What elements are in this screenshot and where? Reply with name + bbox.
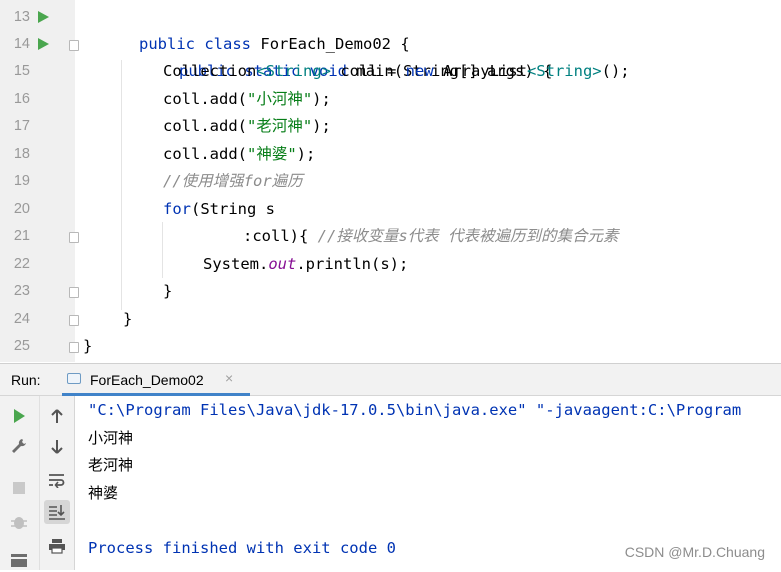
- line-number: 23: [13, 283, 30, 299]
- line-number: 19: [13, 173, 30, 189]
- console-output-line: 老河神: [88, 456, 134, 474]
- next-occurrence-button[interactable]: [44, 435, 70, 459]
- debug-icon: [11, 517, 27, 529]
- layout-icon: [11, 554, 27, 567]
- fold-marker-icon[interactable]: [69, 287, 79, 298]
- print-icon: [49, 539, 65, 554]
- string-literal: "老河神": [247, 117, 313, 135]
- debug-button[interactable]: [6, 510, 32, 534]
- scroll-to-end-button[interactable]: [44, 500, 70, 524]
- soft-wrap-icon: [49, 474, 65, 488]
- line-number: 17: [13, 118, 30, 134]
- run-panel-header: Run: ForEach_Demo02 ×: [0, 363, 781, 396]
- line-number: 24: [13, 311, 30, 327]
- code-token: );: [312, 117, 331, 135]
- code-line: 17 coll.add("老河神");: [0, 113, 781, 140]
- code-token: );: [296, 145, 316, 163]
- run-tab-label: ForEach_Demo02: [90, 372, 204, 388]
- line-number: 16: [13, 91, 30, 107]
- brace: }: [123, 310, 133, 328]
- scroll-to-end-icon: [49, 505, 65, 520]
- up-arrow-icon: [51, 409, 63, 423]
- code-line: 24 }: [0, 306, 781, 333]
- code-token: ();: [601, 62, 630, 80]
- settings-button[interactable]: [6, 434, 32, 458]
- string-literal: "小河神": [247, 90, 313, 108]
- code-token: .println(s);: [296, 255, 409, 273]
- fold-marker-icon[interactable]: [69, 40, 79, 51]
- code-token: Collection: [163, 62, 257, 80]
- wrench-icon: [12, 439, 26, 453]
- code-token: System.: [203, 255, 269, 273]
- console-output[interactable]: "C:\Program Files\Java\jdk-17.0.5\bin\ja…: [75, 396, 781, 570]
- rerun-button[interactable]: [6, 404, 32, 428]
- code-editor[interactable]: 13 public class ForEach_Demo02 { 14 publ…: [0, 0, 781, 362]
- print-button[interactable]: [44, 534, 70, 558]
- keyword: new: [405, 62, 434, 80]
- run-toolbar-secondary: [40, 396, 75, 570]
- fold-marker-icon[interactable]: [69, 232, 79, 243]
- brace: }: [83, 337, 93, 355]
- code-token: :coll){: [243, 227, 318, 245]
- code-line: 25 }: [0, 333, 781, 360]
- run-tab[interactable]: ForEach_Demo02 ×: [62, 364, 250, 396]
- code-line: 16 coll.add("小河神");: [0, 86, 781, 113]
- comment: //使用增强for遍历: [163, 172, 303, 190]
- generic-type: <String>: [256, 62, 331, 80]
- code-token: coll =: [330, 62, 406, 80]
- code-token: ArrayList: [433, 62, 527, 80]
- static-field: out: [268, 255, 297, 273]
- code-token: coll.add(: [163, 90, 247, 108]
- code-token: coll.add(: [163, 145, 247, 163]
- code-line: 18 coll.add("神婆");: [0, 141, 781, 168]
- console-output-line: 小河神: [88, 429, 134, 447]
- console-command-line: "C:\Program Files\Java\jdk-17.0.5\bin\ja…: [88, 401, 742, 419]
- process-finished-message: Process finished with exit code 0: [88, 539, 396, 557]
- code-token: (String s: [191, 200, 275, 218]
- line-number: 20: [13, 201, 30, 217]
- console-output-line: 神婆: [88, 484, 119, 502]
- code-token: );: [312, 90, 331, 108]
- line-number: 18: [13, 146, 30, 162]
- line-number: 21: [13, 228, 30, 244]
- brace: }: [163, 282, 173, 300]
- code-line: 20 for(String s: [0, 196, 781, 223]
- comment: //接收变量s代表 代表被遍历到的集合元素: [317, 227, 619, 245]
- stop-icon: [13, 482, 25, 494]
- fold-marker-icon[interactable]: [69, 315, 79, 326]
- code-line: 19 //使用增强for遍历: [0, 168, 781, 195]
- string-literal: "神婆": [247, 145, 297, 163]
- layout-button[interactable]: [6, 548, 32, 572]
- soft-wrap-button[interactable]: [44, 468, 70, 492]
- down-arrow-icon: [51, 440, 63, 454]
- line-number: 15: [13, 63, 30, 79]
- run-toolbar-primary: [0, 396, 40, 570]
- line-number: 14: [13, 36, 30, 52]
- code-line: 14 public static void main(String[] args…: [0, 31, 781, 80]
- code-token: coll.add(: [163, 117, 247, 135]
- run-label: Run:: [11, 372, 41, 388]
- generic-type: <String>: [526, 62, 602, 80]
- code-line: 15 Collection<String> coll = new ArrayLi…: [0, 58, 781, 85]
- fold-marker-icon[interactable]: [69, 342, 79, 353]
- previous-occurrence-button[interactable]: [44, 404, 70, 428]
- line-number: 22: [13, 256, 30, 272]
- code-line: 13 public class ForEach_Demo02 {: [0, 4, 781, 53]
- code-line: 22 System.out.println(s);: [0, 251, 781, 278]
- stop-button[interactable]: [6, 476, 32, 500]
- line-number: 13: [13, 9, 30, 25]
- line-number: 25: [13, 338, 30, 354]
- run-icon: [14, 409, 25, 423]
- run-gutter-icon[interactable]: [38, 11, 49, 23]
- run-gutter-icon[interactable]: [38, 38, 49, 50]
- keyword: for: [163, 200, 191, 218]
- close-icon[interactable]: ×: [225, 370, 233, 386]
- code-line: 23 }: [0, 278, 781, 305]
- watermark: CSDN @Mr.D.Chuang: [624, 544, 765, 560]
- code-line: 21 :coll){ //接收变量s代表 代表被遍历到的集合元素: [0, 223, 781, 250]
- console-icon: [67, 373, 81, 384]
